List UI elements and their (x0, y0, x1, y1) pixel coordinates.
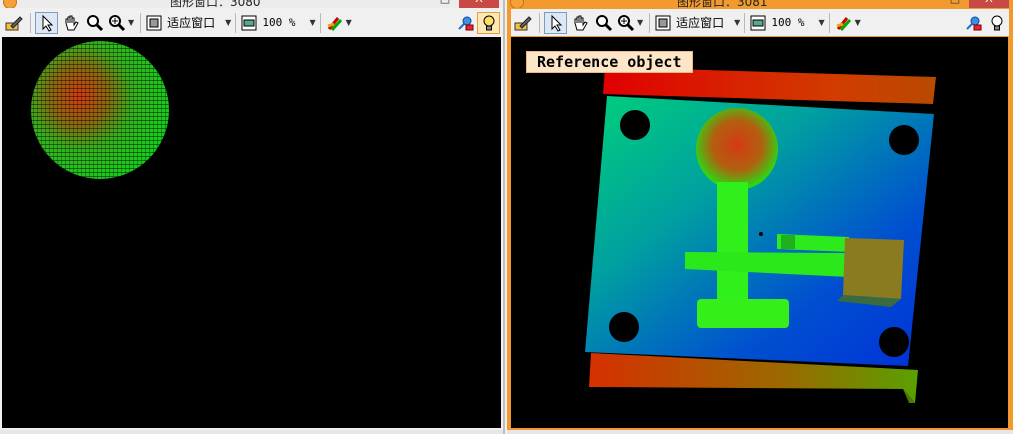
fit-window-icon (655, 15, 671, 30)
reference-object-label: Reference object (526, 51, 693, 73)
toolbar: ▼ 适应窗口 ▼ 100 % ▼ ▼ (2, 9, 501, 36)
chevron-down-icon[interactable]: ▼ (128, 18, 134, 27)
toolbar-separator (744, 12, 746, 33)
fit-window-icon (146, 15, 162, 30)
toolbar-separator (235, 12, 237, 33)
title-bar[interactable]: 图形窗口：3081 – □ X (507, 0, 1013, 8)
window-title: 图形窗口：3080 (170, 0, 261, 8)
chevron-down-icon[interactable]: ▼ (346, 18, 352, 27)
zoom-level-label: 100 % (771, 16, 805, 29)
toolbar-separator (30, 12, 31, 33)
toolbar-separator (140, 12, 142, 33)
color-brush-icon[interactable]: ▼ (834, 12, 862, 34)
fit-window-dropdown[interactable]: 适应窗口 ▼ (654, 12, 740, 34)
sphere-pointcloud (31, 41, 169, 179)
hand-icon[interactable] (568, 12, 591, 34)
fit-window-label: 适应窗口 (167, 16, 216, 30)
zoom-level-dropdown[interactable]: 100 % ▼ (749, 12, 825, 34)
zoom-level-icon (241, 15, 257, 30)
color-brush-icon[interactable]: ▼ (325, 12, 353, 34)
graphics-window-right: 图形窗口：3081 – □ X ▼ 适应窗口 ▼ (507, 0, 1013, 434)
status-strip (507, 430, 1013, 434)
window-title: 图形窗口：3081 (677, 0, 768, 8)
image-canvas[interactable]: Reference object (511, 37, 1008, 428)
toolbar-separator (539, 12, 540, 33)
image-canvas[interactable] (2, 37, 501, 428)
reference-object-depthmap (585, 67, 936, 403)
close-button[interactable]: X (459, 0, 499, 8)
toolbar-separator (319, 12, 321, 33)
maximize-button[interactable]: □ (431, 0, 459, 8)
app-icon (3, 0, 17, 8)
zoom-level-dropdown[interactable]: 100 % ▼ (240, 12, 316, 34)
zoom-level-label: 100 % (262, 16, 296, 29)
pointer-icon[interactable] (544, 11, 567, 34)
chevron-down-icon[interactable]: ▼ (818, 18, 824, 27)
zoom-in-icon[interactable]: ▼ (107, 12, 135, 34)
close-button[interactable]: X (969, 0, 1009, 8)
chevron-down-icon[interactable]: ▼ (734, 18, 740, 27)
window-controls: – □ X (913, 0, 1009, 8)
lightbulb-icon[interactable] (985, 12, 1008, 34)
lightbulb-icon[interactable] (477, 11, 500, 34)
magnifier-icon[interactable] (592, 12, 615, 34)
toolbar-separator (649, 12, 651, 33)
image-info-icon[interactable] (453, 12, 476, 34)
chevron-down-icon[interactable]: ▼ (855, 18, 861, 27)
chevron-down-icon[interactable]: ▼ (225, 18, 231, 27)
fit-window-label: 适应窗口 (676, 16, 725, 30)
chevron-down-icon[interactable]: ▼ (637, 18, 643, 27)
zoom-in-icon[interactable]: ▼ (616, 12, 644, 34)
pencil-icon[interactable] (2, 12, 25, 34)
status-strip (0, 430, 503, 434)
hand-icon[interactable] (59, 12, 82, 34)
toolbar-separator (828, 12, 830, 33)
chevron-down-icon[interactable]: ▼ (309, 18, 315, 27)
magnifier-icon[interactable] (83, 12, 106, 34)
maximize-button[interactable]: □ (941, 0, 969, 8)
zoom-level-icon (750, 15, 766, 30)
title-bar[interactable]: 图形窗口：3080 – □ X (0, 0, 503, 8)
fit-window-dropdown[interactable]: 适应窗口 ▼ (145, 12, 231, 34)
pointer-icon[interactable] (35, 11, 58, 34)
app-icon (510, 0, 524, 8)
minimize-button[interactable]: – (403, 0, 431, 8)
window-controls: – □ X (403, 0, 499, 8)
pencil-icon[interactable] (511, 12, 534, 34)
toolbar: ▼ 适应窗口 ▼ 100 % ▼ ▼ (511, 9, 1009, 36)
graphics-window-left: 图形窗口：3080 – □ X ▼ 适应窗口 ▼ (0, 0, 505, 434)
minimize-button[interactable]: – (913, 0, 941, 8)
image-info-icon[interactable] (961, 12, 984, 34)
